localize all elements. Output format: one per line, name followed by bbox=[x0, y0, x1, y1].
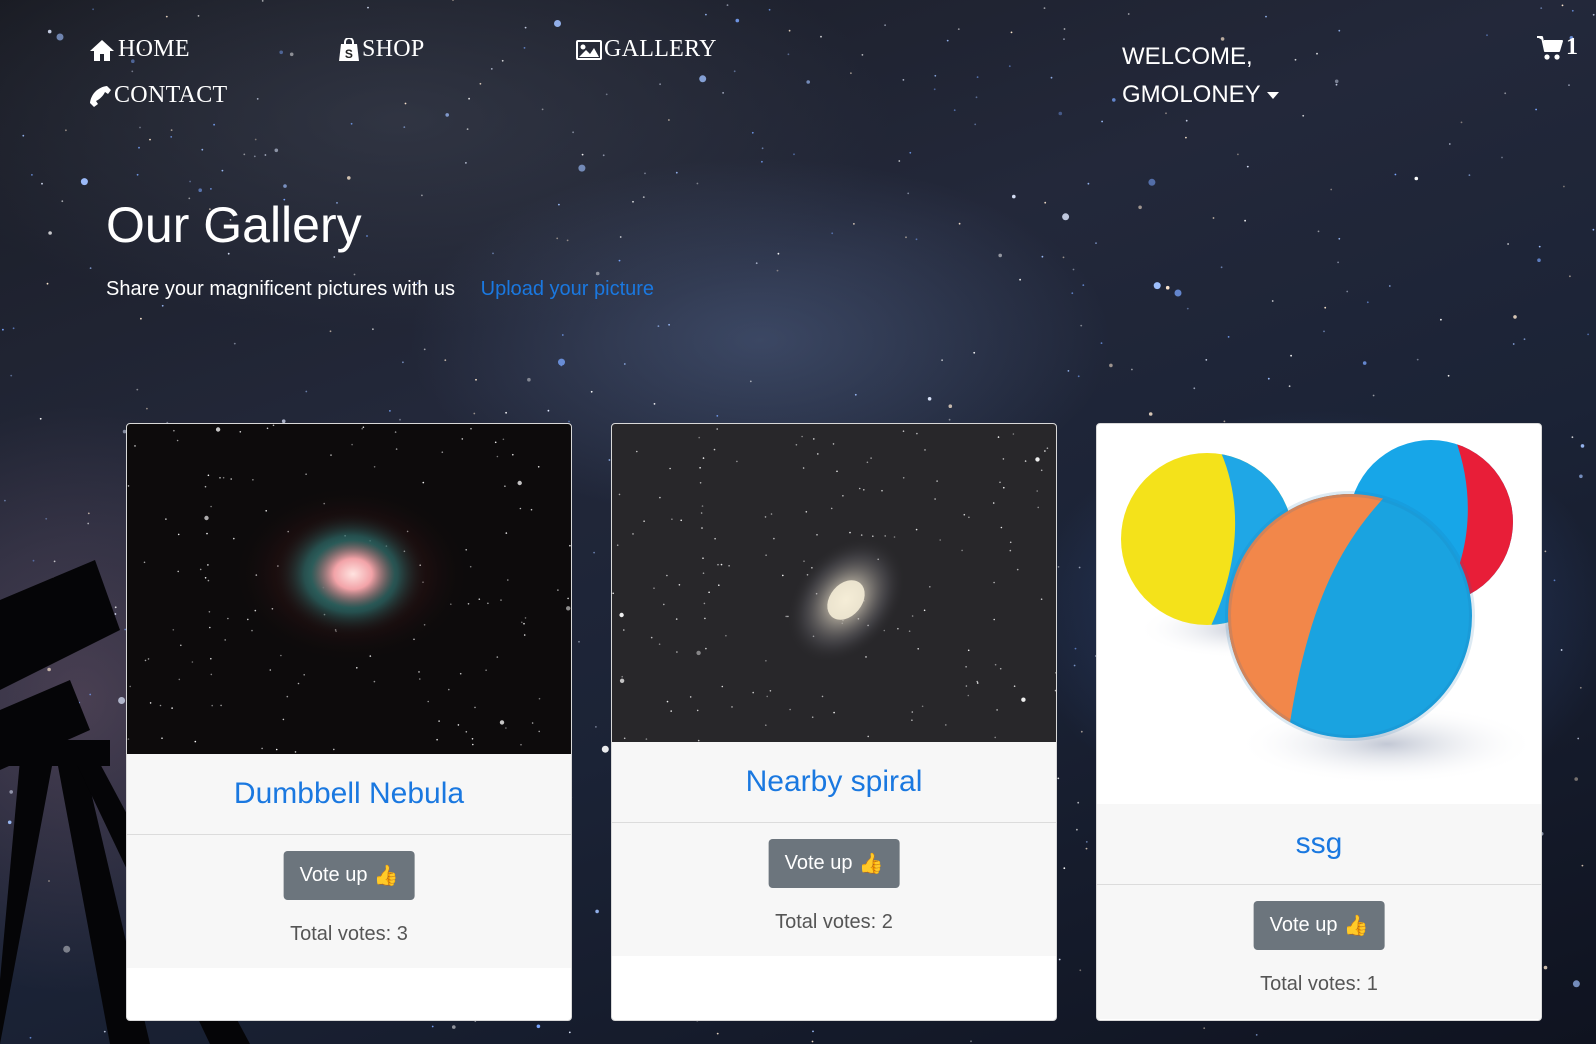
spiral-galaxy-image bbox=[612, 424, 1056, 742]
subtitle-row: Share your magnificent pictures with us … bbox=[106, 278, 654, 301]
nav-contact[interactable]: CONTACT bbox=[88, 82, 228, 109]
nav-shop-label: SHOP bbox=[362, 36, 425, 62]
gallery-card: Dumbbell Nebula Vote up 👍 Total votes: 3 bbox=[126, 423, 572, 1021]
page-title: Our Gallery bbox=[106, 197, 362, 253]
welcome-text: WELCOME, bbox=[1122, 43, 1253, 70]
thumbs-up-icon: 👍 bbox=[858, 853, 884, 875]
card-footer: Vote up 👍 Total votes: 2 bbox=[612, 823, 1056, 956]
card-footer: Vote up 👍 Total votes: 1 bbox=[1097, 885, 1541, 1019]
upload-picture-link[interactable]: Upload your picture bbox=[481, 278, 654, 300]
total-votes: Total votes: 1 bbox=[1260, 973, 1378, 995]
nav-home-label: HOME bbox=[118, 36, 190, 62]
card-title[interactable]: Dumbbell Nebula bbox=[234, 777, 464, 811]
nebula-image bbox=[127, 424, 571, 754]
colorful-balls-image bbox=[1097, 424, 1541, 804]
cart-button[interactable]: 1 bbox=[1536, 34, 1578, 61]
nav-contact-label: CONTACT bbox=[114, 82, 228, 108]
vote-up-label: Vote up bbox=[299, 864, 368, 886]
svg-text:S: S bbox=[345, 47, 353, 61]
gallery-card: ssg Vote up 👍 Total votes: 1 bbox=[1096, 423, 1542, 1021]
gallery-icon bbox=[576, 39, 602, 60]
card-title[interactable]: Nearby spiral bbox=[746, 765, 923, 799]
nav-shop[interactable]: S SHOP bbox=[338, 36, 425, 63]
card-title-section: Nearby spiral bbox=[612, 742, 1056, 823]
card-footer: Vote up 👍 Total votes: 3 bbox=[127, 835, 571, 968]
caret-down-icon bbox=[1266, 92, 1279, 100]
thumbs-up-icon: 👍 bbox=[373, 865, 399, 887]
gallery-card: Nearby spiral Vote up 👍 Total votes: 2 bbox=[611, 423, 1057, 1021]
vote-up-button[interactable]: Vote up 👍 bbox=[283, 851, 415, 900]
nav-gallery-label: GALLERY bbox=[604, 36, 717, 62]
phone-icon bbox=[90, 85, 111, 107]
username: GMOLONEY bbox=[1122, 81, 1261, 108]
vote-up-button[interactable]: Vote up 👍 bbox=[1253, 901, 1385, 950]
cart-icon bbox=[1537, 35, 1563, 60]
vote-up-button[interactable]: Vote up 👍 bbox=[768, 839, 900, 888]
total-votes: Total votes: 2 bbox=[775, 911, 893, 933]
page-subtitle: Share your magnificent pictures with us bbox=[106, 278, 456, 300]
card-title[interactable]: ssg bbox=[1296, 827, 1343, 861]
card-title-section: ssg bbox=[1097, 804, 1541, 885]
vote-up-label: Vote up bbox=[1269, 914, 1338, 936]
home-icon bbox=[90, 39, 114, 61]
thumbs-up-icon: 👍 bbox=[1343, 915, 1369, 937]
vote-up-label: Vote up bbox=[784, 852, 853, 874]
nav-gallery[interactable]: GALLERY bbox=[576, 36, 717, 63]
cart-count: 1 bbox=[1566, 34, 1578, 60]
total-votes: Total votes: 3 bbox=[290, 923, 408, 945]
card-title-section: Dumbbell Nebula bbox=[127, 754, 571, 835]
user-menu-dropdown[interactable]: WELCOME, GMOLONEY bbox=[1122, 38, 1279, 114]
shop-icon: S bbox=[339, 37, 359, 61]
nav-home[interactable]: HOME bbox=[88, 36, 190, 63]
